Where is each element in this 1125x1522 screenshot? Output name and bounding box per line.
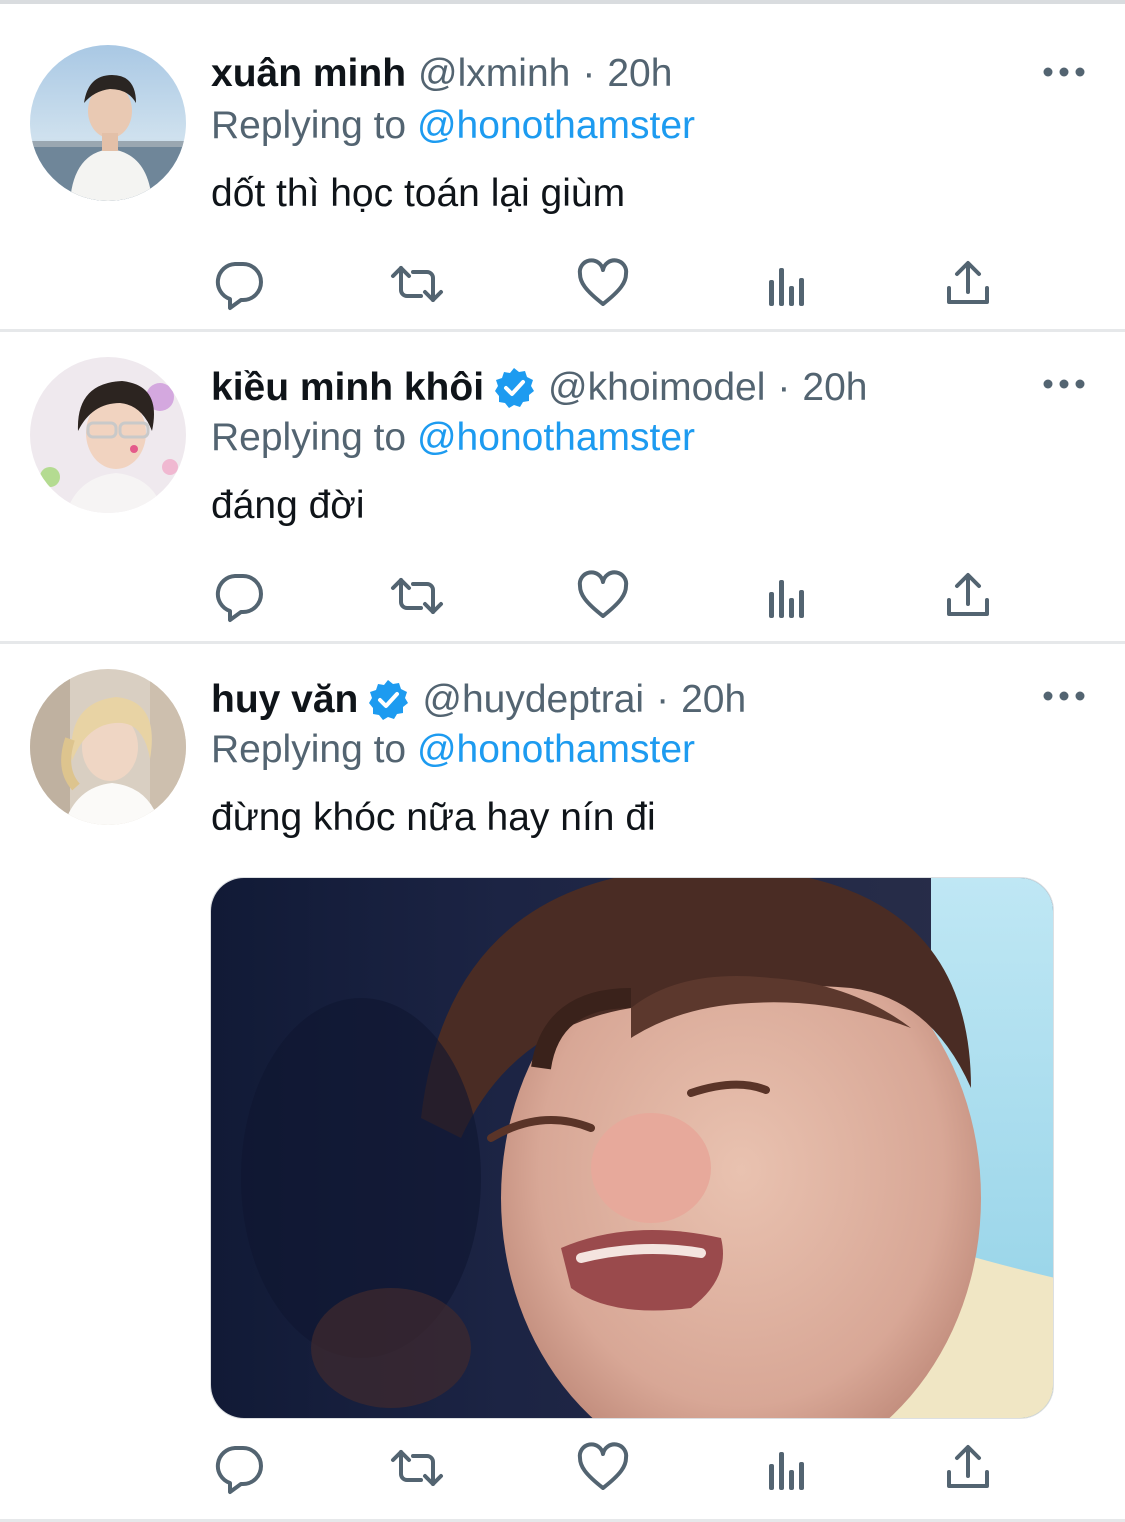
reply-icon[interactable] bbox=[211, 1440, 267, 1496]
display-name[interactable]: huy văn bbox=[211, 678, 358, 722]
tweet-header: xuân minh @lxminh · 20h bbox=[211, 48, 672, 100]
reply-tweet[interactable]: xuân minh @lxminh · 20h Replying to @hon… bbox=[0, 4, 1125, 332]
verified-badge-icon bbox=[366, 678, 410, 722]
replying-to-mention[interactable]: @honothamster bbox=[417, 416, 695, 459]
retweet-icon[interactable] bbox=[389, 568, 445, 624]
reply-icon[interactable] bbox=[211, 256, 267, 312]
user-handle[interactable]: @khoimodel bbox=[548, 366, 765, 410]
timestamp[interactable]: 20h bbox=[681, 678, 746, 722]
replying-to-label: Replying to bbox=[211, 416, 407, 459]
replying-to-label: Replying to bbox=[211, 728, 407, 771]
tweet-text: dốt thì học toán lại giùm bbox=[211, 172, 626, 215]
replying-to-line: Replying to @honothamster bbox=[211, 104, 695, 148]
separator-dot: · bbox=[777, 366, 791, 409]
share-icon[interactable] bbox=[940, 1440, 996, 1496]
tweet-header: kiều minh khôi @khoimodel · 20h bbox=[211, 362, 867, 414]
user-handle[interactable]: @huydeptrai bbox=[422, 678, 644, 722]
verified-badge-icon bbox=[492, 366, 536, 410]
share-icon[interactable] bbox=[940, 568, 996, 624]
replying-to-mention[interactable]: @honothamster bbox=[417, 728, 695, 771]
replying-to-line: Replying to @honothamster bbox=[211, 728, 695, 772]
more-icon[interactable] bbox=[1041, 374, 1087, 394]
reply-icon[interactable] bbox=[211, 568, 267, 624]
replying-to-mention[interactable]: @honothamster bbox=[417, 104, 695, 147]
more-icon[interactable] bbox=[1041, 62, 1087, 82]
action-bar bbox=[211, 1440, 1011, 1496]
display-name[interactable]: xuân minh bbox=[211, 52, 406, 96]
views-icon[interactable] bbox=[759, 1440, 815, 1496]
views-icon[interactable] bbox=[759, 568, 815, 624]
tweet-media-image[interactable] bbox=[210, 877, 1054, 1419]
display-name[interactable]: kiều minh khôi bbox=[211, 366, 484, 410]
avatar[interactable] bbox=[30, 357, 186, 513]
tweet-text: đừng khóc nữa hay nín đi bbox=[211, 796, 656, 839]
tweet-header: huy văn @huydeptrai · 20h bbox=[211, 674, 746, 726]
timestamp[interactable]: 20h bbox=[802, 366, 867, 410]
more-icon[interactable] bbox=[1041, 686, 1087, 706]
avatar[interactable] bbox=[30, 669, 186, 825]
action-bar bbox=[211, 256, 1011, 312]
action-bar bbox=[211, 568, 1011, 624]
like-icon[interactable] bbox=[575, 568, 631, 624]
avatar[interactable] bbox=[30, 45, 186, 201]
separator-dot: · bbox=[656, 678, 670, 721]
replying-to-line: Replying to @honothamster bbox=[211, 416, 695, 460]
like-icon[interactable] bbox=[575, 1440, 631, 1496]
timestamp[interactable]: 20h bbox=[607, 52, 672, 96]
like-icon[interactable] bbox=[575, 256, 631, 312]
retweet-icon[interactable] bbox=[389, 256, 445, 312]
replying-to-label: Replying to bbox=[211, 104, 407, 147]
share-icon[interactable] bbox=[940, 256, 996, 312]
reply-tweet[interactable]: kiều minh khôi @khoimodel · 20h Replying… bbox=[0, 332, 1125, 644]
tweet-text: đáng đời bbox=[211, 484, 365, 527]
user-handle[interactable]: @lxminh bbox=[418, 52, 570, 96]
separator-dot: · bbox=[582, 52, 596, 95]
views-icon[interactable] bbox=[759, 256, 815, 312]
retweet-icon[interactable] bbox=[389, 1440, 445, 1496]
